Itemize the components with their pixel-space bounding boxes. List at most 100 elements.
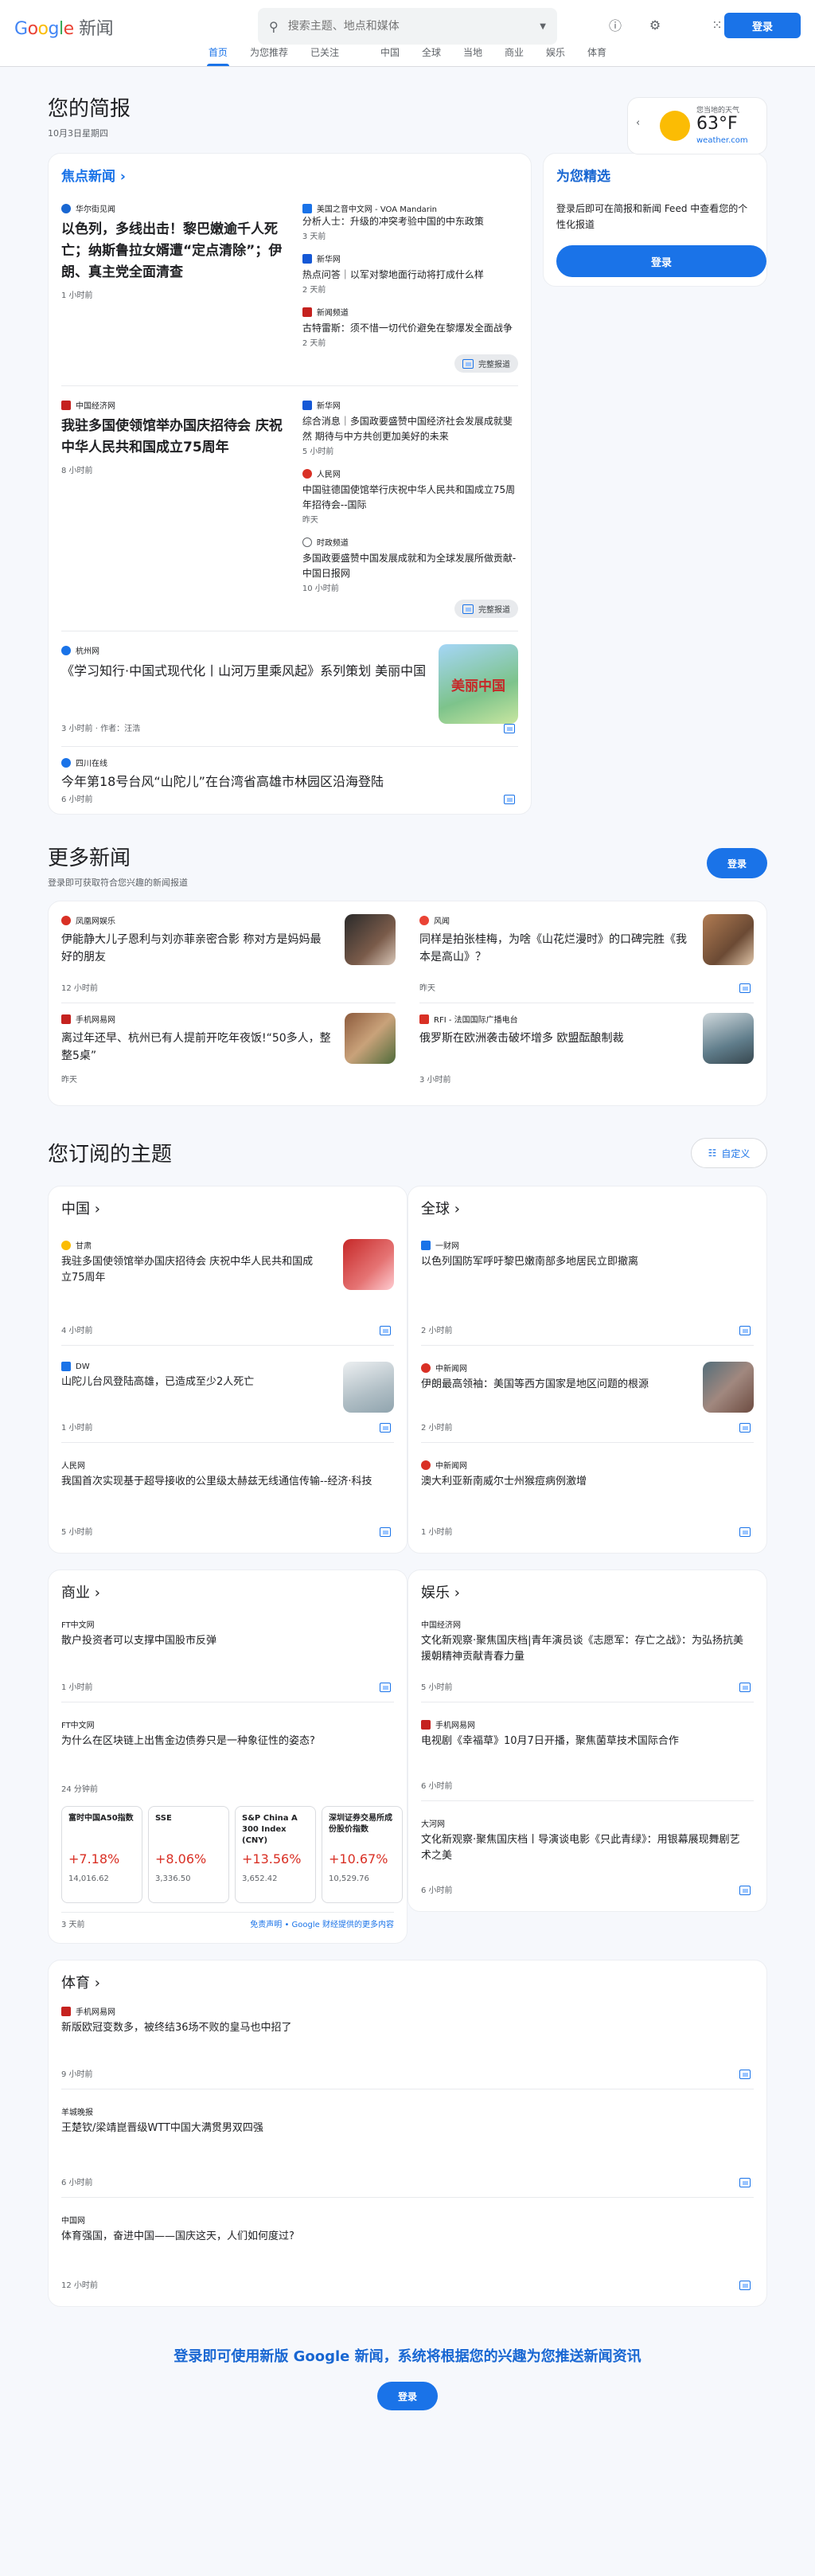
full-coverage-icon[interactable] <box>739 1326 751 1335</box>
full-coverage-button[interactable]: 完整报道 <box>454 600 518 618</box>
headline-link[interactable]: 王楚钦/梁靖崑晋级WTT中国大满贯男双四强 <box>61 2121 754 2136</box>
disclaimer-link[interactable]: 免责声明 <box>250 1921 282 1929</box>
timestamp: 8 小时前 <box>61 467 93 475</box>
tab-sports[interactable]: 体育 <box>576 44 618 66</box>
headline-link[interactable]: 文化新观察·聚焦国庆档|青年演员谈《志愿军：存亡之战》：为弘扬抗美援朝精神贡献青… <box>421 1633 747 1665</box>
chevron-left-icon[interactable]: ‹ <box>636 117 640 129</box>
article-thumbnail[interactable] <box>703 914 754 965</box>
full-coverage-icon[interactable] <box>380 1527 391 1537</box>
top-stories-heading[interactable]: 焦点新闻 › <box>61 165 518 185</box>
tab-entertainment[interactable]: 娱乐 <box>535 44 576 66</box>
stock-card[interactable]: 深圳证券交易所成份股价指数 +10.67% 10,529.76 <box>322 1806 403 1903</box>
headline-link[interactable]: 同样是拍张桂梅，为啥《山花烂漫时》的口碑完胜《我本是高山》？ <box>419 931 690 966</box>
section-title: 更多新闻 <box>48 846 131 870</box>
topic-heading[interactable]: 体育 › <box>61 1972 754 1992</box>
full-coverage-icon[interactable] <box>739 2281 751 2290</box>
article-thumbnail[interactable] <box>345 1013 396 1064</box>
weather-source-link[interactable]: weather.com <box>696 136 748 145</box>
article-thumbnail[interactable] <box>343 1362 394 1413</box>
headline-link[interactable]: 澳大利亚新南威尔士州猴痘病例激增 <box>421 1474 739 1489</box>
full-coverage-button[interactable]: 完整报道 <box>454 354 518 373</box>
timestamp: 9 小时前 <box>61 2070 93 2079</box>
tab-following[interactable]: 已关注 <box>299 44 350 66</box>
tab-home[interactable]: 首页 <box>197 44 239 66</box>
full-coverage-icon[interactable] <box>504 795 515 804</box>
tab-business[interactable]: 商业 <box>493 44 535 66</box>
list-item: 手机网易网 新版欧冠变数多，被终结36场不败的皇马也中招了 9 小时前 <box>61 1992 754 2089</box>
headline-link[interactable]: 古特雷斯：须不惜一切代价避免在黎爆发全面战争 <box>302 321 518 336</box>
tab-local[interactable]: 当地 <box>452 44 493 66</box>
headline-link[interactable]: 离过年还早、杭州已有人提前开吃年夜饭!“50多人，整整5桌” <box>61 1030 332 1065</box>
chevron-down-icon[interactable]: ▼ <box>540 22 546 31</box>
google-finance-link[interactable]: Google 财经提供的更多内容 <box>292 1921 394 1929</box>
header-login-button[interactable]: 登录 <box>724 13 801 38</box>
more-login-button[interactable]: 登录 <box>707 848 767 878</box>
headline-link[interactable]: 综合消息｜多国政要盛赞中国经济社会发展成就斐然 期待与中方共创更加美好的未来 <box>302 414 518 444</box>
article-thumbnail[interactable]: 美丽中国 <box>439 644 518 724</box>
topic-heading[interactable]: 全球 › <box>421 1198 754 1218</box>
headline-link[interactable]: 电视剧《幸福草》10月7日开播，聚焦菌草技术国际合作 <box>421 1734 747 1749</box>
headline-link[interactable]: 伊朗最高领袖：美国等西方国家是地区问题的根源 <box>421 1377 676 1393</box>
full-coverage-icon[interactable] <box>739 2178 751 2187</box>
headline-link[interactable]: 散户投资者可以支撑中国股市反弹 <box>61 1633 380 1648</box>
stock-card[interactable]: SSE +8.06% 3,336.50 <box>148 1806 229 1903</box>
article-thumbnail[interactable] <box>345 914 396 965</box>
weather-widget[interactable]: ‹ 您当地的天气 63°F weather.com <box>627 97 767 154</box>
headline-link[interactable]: 我驻多国使领馆举办国庆招待会 庆祝中华人民共和国成立75周年 <box>61 1254 316 1286</box>
headline-link[interactable]: 热点问答｜以军对黎地面行动将打成什么样 <box>302 268 518 283</box>
timestamp: 6 小时前 <box>421 1782 453 1791</box>
timestamp: 5 小时前 <box>61 1528 93 1537</box>
full-coverage-icon[interactable] <box>739 1527 751 1537</box>
tab-world[interactable]: 全球 <box>411 44 452 66</box>
footer-text: 登录即可使用新版 Google 新闻，系统将根据您的兴趣为您推送新闻资讯 <box>174 2348 641 2365</box>
timestamp: 12 小时前 <box>61 2281 98 2290</box>
picks-login-button[interactable]: 登录 <box>556 245 766 277</box>
article-thumbnail[interactable] <box>703 1362 754 1413</box>
headline-link[interactable]: 新版欧冠变数多，被终结36场不败的皇马也中招了 <box>61 2020 754 2035</box>
headline-link[interactable]: 今年第18号台风“山陀儿”在台湾省高雄市林园区沿海登陆 <box>61 773 518 791</box>
topic-heading[interactable]: 中国 › <box>61 1198 394 1218</box>
headline-link[interactable]: 多国政要盛赞中国发展成就和为全球发展所做贡献- 中国日报网 <box>302 551 518 581</box>
headline-link[interactable]: 中国驻德国使馆举行庆祝中华人民共和国成立75周年招待会--国际 <box>302 483 518 513</box>
publisher: 人民网 <box>302 467 518 479</box>
article-thumbnail[interactable] <box>343 1239 394 1290</box>
full-coverage-icon[interactable] <box>739 1683 751 1692</box>
topic-heading[interactable]: 娱乐 › <box>421 1581 754 1602</box>
headline-link[interactable]: 文化新观察·聚焦国庆档丨导演谈电影《只此青绿》：用银幕展现舞剧艺术之美 <box>421 1832 747 1864</box>
publisher: 新闻频道 <box>302 306 518 318</box>
headline-link[interactable]: 体育强国，奋进中国——国庆这天，人们如何度过? <box>61 2229 754 2244</box>
google-news-logo[interactable]: Google 新闻 <box>14 14 114 40</box>
headline-link[interactable]: 《学习知行·中国式现代化丨山河万里乘风起》系列策划 美丽中国 <box>61 661 435 681</box>
headline-link[interactable]: 俄罗斯在欧洲袭击破坏增多 欧盟酝酿制裁 <box>419 1030 690 1047</box>
help-icon[interactable]: ⓘ <box>605 14 626 35</box>
stock-card[interactable]: S&P China A 300 Index (CNY) +13.56% 3,65… <box>235 1806 316 1903</box>
search-input[interactable] <box>287 20 531 33</box>
headline-link[interactable]: 我国首次实现基于超导接收的公里级太赫兹无线通信传输--经济·科技 <box>61 1474 388 1490</box>
headline-link[interactable]: 以色列国防军呼吁黎巴嫩南部多地居民立即撤离 <box>421 1254 739 1269</box>
search-icon: ⚲ <box>269 18 279 34</box>
headline-link[interactable]: 为什么在区块链上出售金边债券只是一种象征性的姿态? <box>61 1734 388 1749</box>
article-thumbnail[interactable] <box>703 1013 754 1064</box>
full-coverage-icon[interactable] <box>504 724 515 733</box>
headline-link[interactable]: 以色列，多线出击！黎巴嫩逾千人死亡；纳斯鲁拉女婿遭“定点清除”；伊朗、真主党全面… <box>61 219 288 283</box>
search-box[interactable]: ⚲ ▼ <box>258 8 557 45</box>
gear-icon[interactable]: ⚙ <box>645 14 665 35</box>
full-coverage-icon[interactable] <box>739 1886 751 1895</box>
tab-for-you[interactable]: 为您推荐 <box>239 44 299 66</box>
stock-card[interactable]: 富时中国A50指数 +7.18% 14,016.62 <box>61 1806 142 1903</box>
full-coverage-icon[interactable] <box>380 1326 391 1335</box>
timestamp: 12 小时前 <box>61 984 98 993</box>
headline-link[interactable]: 山陀儿台风登陆高雄，已造成至少2人死亡 <box>61 1374 316 1390</box>
headline-link[interactable]: 伊能静大儿子恩利与刘亦菲亲密合影 称对方是妈妈最好的朋友 <box>61 931 332 966</box>
headline-link[interactable]: 我驻多国使领馆举办国庆招待会 庆祝中华人民共和国成立75周年 <box>61 416 288 459</box>
full-coverage-icon[interactable] <box>380 1423 391 1433</box>
full-coverage-icon[interactable] <box>739 1423 751 1433</box>
full-coverage-icon[interactable] <box>739 2070 751 2079</box>
full-coverage-icon[interactable] <box>380 1683 391 1692</box>
full-coverage-icon[interactable] <box>739 983 751 993</box>
footer-login-button[interactable]: 登录 <box>377 2382 438 2410</box>
customize-button[interactable]: ☷ 自定义 <box>691 1138 767 1168</box>
headline-link[interactable]: 分析人士：升级的冲突考验中国的中东政策 <box>302 214 518 229</box>
tab-china[interactable]: 中国 <box>369 44 411 66</box>
topic-heading[interactable]: 商业 › <box>61 1581 394 1602</box>
